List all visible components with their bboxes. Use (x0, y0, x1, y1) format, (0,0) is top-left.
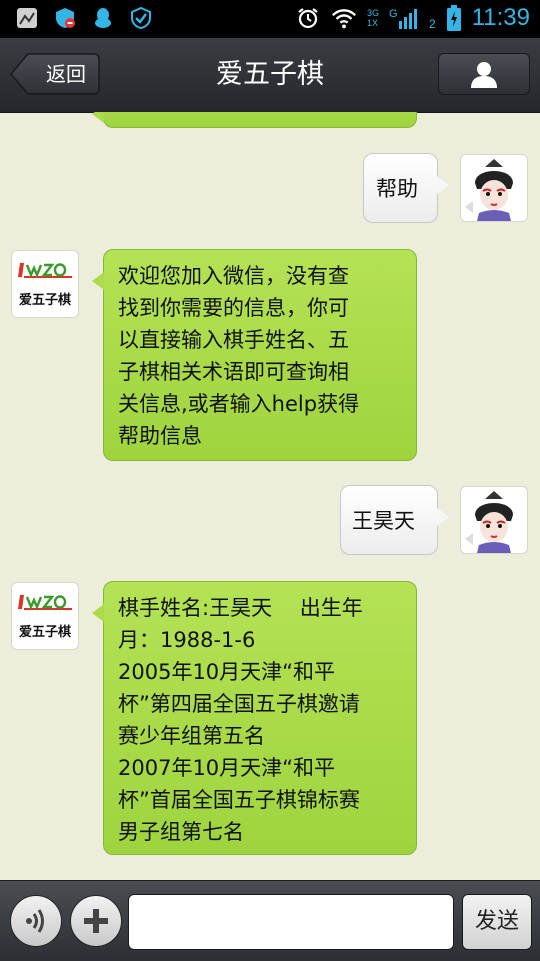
voice-icon (26, 909, 44, 933)
plus-icon (84, 909, 108, 933)
message-line: 以直接输入棋手姓名、五 (118, 328, 349, 352)
message-line: 杯”第四届全国五子棋邀请 (118, 692, 360, 716)
sender-avatar[interactable]: 爱五子棋 (11, 250, 79, 318)
voice-button[interactable] (10, 895, 62, 947)
message-text: 王昊天 (352, 509, 415, 533)
network-label-3g: 3G (367, 8, 380, 18)
message-line: 关信息,或者输入help获得 (118, 392, 360, 416)
iwzq-logo-icon (18, 263, 72, 279)
svg-text:G: G (389, 8, 398, 20)
status-right-icons: 3G 1X G 2 11:39 (295, 4, 530, 32)
message-bubble-partial (92, 112, 417, 128)
sender-avatar[interactable]: 爱五子棋 (11, 582, 79, 650)
message-bubble-outgoing: 帮助 (363, 153, 449, 223)
my-avatar[interactable] (460, 486, 528, 554)
back-button[interactable]: 返回 (10, 53, 100, 95)
message-bubble-outgoing: 王昊天 (340, 485, 449, 555)
clock-time: 11:39 (471, 4, 530, 31)
message-line: 男子组第七名 (118, 820, 244, 844)
message-line: 2005年10月天津“和平 (118, 660, 336, 684)
logo-text: 爱五子棋 (18, 293, 71, 308)
message-line: 找到你需要的信息，你可 (118, 296, 349, 320)
my-avatar[interactable] (460, 154, 528, 222)
profile-button[interactable] (438, 53, 530, 95)
back-button-label: 返回 (46, 62, 86, 86)
add-attachment-button[interactable] (70, 895, 122, 947)
opera-character-avatar-icon (461, 155, 527, 221)
signal-icon: G (389, 5, 429, 31)
battery-charging-icon (446, 5, 462, 31)
page-title: 爱五子棋 (216, 59, 324, 90)
network-label-1x: 1X (367, 18, 379, 28)
iwzq-logo-icon (18, 595, 72, 611)
status-bar: 3G 1X G 2 11:39 (0, 0, 540, 38)
input-bar: 发送 (0, 880, 540, 961)
wifi-icon (331, 5, 357, 31)
chat-area[interactable]: 帮助 爱五子棋 欢迎您加入微信，没有查 找到你需要的信息，你可 以直接输入棋手姓… (0, 112, 540, 880)
message-bubble-incoming: 棋手姓名:王昊天 出生年 月：1988-1-6 2005年10月天津“和平 杯”… (92, 581, 417, 855)
message-line: 子棋相关术语即可查询相 (118, 360, 349, 384)
message-line: 赛少年组第五名 (118, 724, 265, 748)
sim-slot-label: 2 (429, 17, 436, 31)
message-line: 月：1988-1-6 (118, 628, 256, 652)
network-indicator: 3G 1X (367, 8, 379, 28)
send-button[interactable]: 发送 (462, 894, 532, 950)
opera-character-avatar-icon (461, 487, 527, 553)
message-line: 杯”首届全国五子棋锦标赛 (118, 788, 360, 812)
security-shield-icon (52, 5, 78, 31)
header: 返回 爱五子棋 (0, 38, 540, 113)
qq-penguin-icon (90, 5, 116, 31)
message-line: 棋手姓名:王昊天 出生年 (118, 596, 363, 620)
message-input[interactable] (128, 894, 454, 950)
message-line: 2007年10月天津“和平 (118, 756, 336, 780)
person-icon (471, 62, 497, 88)
message-line: 帮助信息 (118, 424, 202, 448)
message-bubble-incoming: 欢迎您加入微信，没有查 找到你需要的信息，你可 以直接输入棋手姓名、五 子棋相关… (92, 249, 417, 461)
status-left-icons (14, 5, 154, 31)
shield-check-icon (128, 5, 154, 31)
alarm-icon (295, 5, 321, 31)
message-line: 欢迎您加入微信，没有查 (118, 264, 349, 288)
logo-text: 爱五子棋 (18, 625, 71, 640)
message-text: 帮助 (376, 177, 418, 201)
screenshot-icon (14, 5, 40, 31)
